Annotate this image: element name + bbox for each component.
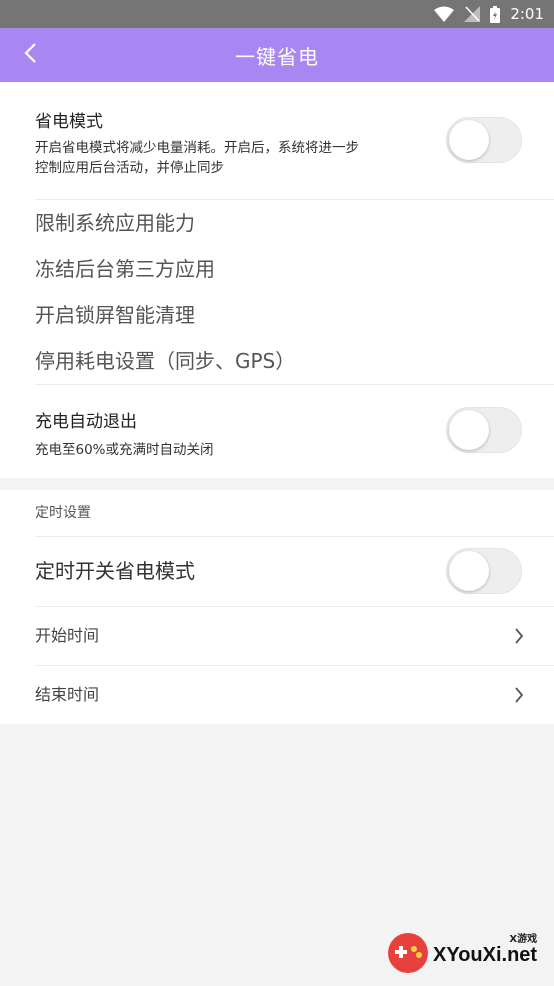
feature-item: 限制系统应用能力 bbox=[35, 211, 195, 235]
power-saving-title: 省电模式 bbox=[35, 112, 103, 132]
status-bar: 2:01 bbox=[0, 0, 554, 28]
battery-icon bbox=[490, 5, 501, 23]
toggle-knob bbox=[449, 551, 489, 591]
end-time-row[interactable]: 结束时间 bbox=[0, 666, 554, 724]
end-time-label: 结束时间 bbox=[35, 685, 100, 704]
toggle-knob bbox=[449, 120, 489, 160]
charge-exit-row: 充电自动退出 充电至60%或充满时自动关闭 bbox=[0, 385, 554, 478]
back-button[interactable] bbox=[10, 28, 50, 82]
page-title: 一键省电 bbox=[235, 44, 319, 69]
section-gap bbox=[0, 478, 554, 490]
gamepad-logo-icon bbox=[385, 930, 431, 980]
app-header: 一键省电 bbox=[0, 28, 554, 82]
power-saving-card: 省电模式 开启省电模式将减少电量消耗。开启后，系统将进一步 控制应用后台活动，并… bbox=[0, 82, 554, 478]
charge-exit-desc: 充电至60%或充满时自动关闭 bbox=[35, 442, 214, 458]
chevron-left-icon bbox=[23, 42, 37, 68]
schedule-card: 定时设置 定时开关省电模式 开始时间 结束时间 bbox=[0, 490, 554, 724]
charge-exit-toggle[interactable] bbox=[446, 407, 522, 453]
start-time-label: 开始时间 bbox=[35, 626, 100, 645]
schedule-toggle-row: 定时开关省电模式 bbox=[0, 537, 554, 606]
feature-item: 停用耗电设置（同步、GPS） bbox=[35, 349, 296, 373]
power-saving-desc-2: 控制应用后台活动，并停止同步 bbox=[35, 160, 224, 176]
start-time-row[interactable]: 开始时间 bbox=[0, 607, 554, 665]
feature-list: 限制系统应用能力 冻结后台第三方应用 开启锁屏智能清理 停用耗电设置（同步、GP… bbox=[0, 200, 554, 384]
schedule-toggle[interactable] bbox=[446, 548, 522, 594]
watermark-brand: XYouXi.net bbox=[433, 943, 538, 966]
wifi-icon bbox=[434, 6, 455, 22]
feature-item: 开启锁屏智能清理 bbox=[35, 303, 195, 327]
feature-item: 冻结后台第三方应用 bbox=[35, 257, 215, 281]
signal-off-icon bbox=[464, 6, 481, 22]
chevron-right-icon bbox=[514, 666, 524, 724]
chevron-right-icon bbox=[514, 607, 524, 665]
watermark: X游戏 XYouXi.net bbox=[385, 930, 550, 980]
power-saving-toggle[interactable] bbox=[446, 117, 522, 163]
status-time: 2:01 bbox=[510, 5, 544, 23]
watermark-sub: X游戏 bbox=[509, 933, 538, 945]
power-saving-row: 省电模式 开启省电模式将减少电量消耗。开启后，系统将进一步 控制应用后台活动，并… bbox=[0, 82, 554, 199]
schedule-section-title: 定时设置 bbox=[35, 505, 91, 521]
toggle-knob bbox=[449, 410, 489, 450]
